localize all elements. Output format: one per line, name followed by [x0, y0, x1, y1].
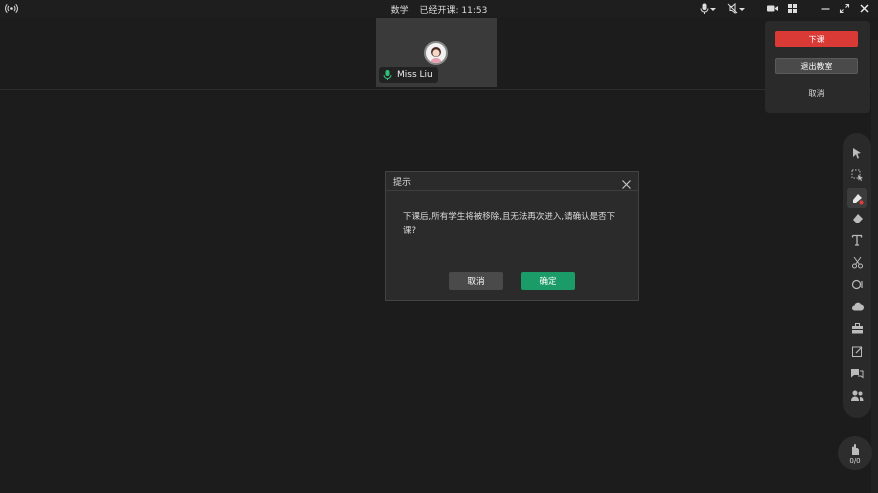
- raise-hand-count: 0/0: [849, 457, 861, 465]
- raise-hand-button[interactable]: 0/0: [838, 436, 872, 470]
- class-timer-label: 已经开课: 11:53: [419, 6, 488, 16]
- minimize-icon[interactable]: [819, 2, 832, 15]
- right-edge-strip: [871, 40, 878, 493]
- chevron-down-icon[interactable]: [709, 2, 717, 15]
- chat-icon[interactable]: [850, 366, 864, 380]
- dialog-message: 下课后,所有学生将被移除,且无法再次进入,请确认是否下课?: [403, 212, 616, 236]
- edit-note-icon[interactable]: [850, 344, 864, 358]
- dialog-header: [386, 172, 638, 191]
- camera-icon[interactable]: [766, 2, 779, 15]
- confirm-dialog: 提示 下课后,所有学生将被移除,且无法再次进入,请确认是否下课? 取消 确定: [385, 171, 639, 301]
- dialog-close-icon[interactable]: [621, 175, 632, 189]
- raise-hand-icon: [849, 441, 861, 455]
- toolbox-icon[interactable]: [850, 321, 864, 335]
- scissors-icon[interactable]: [850, 255, 864, 269]
- restore-icon[interactable]: [838, 2, 851, 15]
- grid-layout-icon[interactable]: [786, 2, 799, 15]
- avatar: [424, 41, 448, 65]
- shape-tool-icon[interactable]: [850, 277, 864, 291]
- pointer-icon[interactable]: [850, 146, 864, 160]
- close-icon[interactable]: [858, 2, 871, 15]
- cloud-icon[interactable]: [850, 299, 864, 313]
- participant-name: Miss Liu: [397, 70, 433, 80]
- chevron-down-icon[interactable]: [738, 2, 746, 15]
- dialog-title: 提示: [393, 178, 412, 188]
- selection-icon[interactable]: [850, 168, 864, 182]
- eraser-icon[interactable]: [850, 211, 864, 225]
- subject-label: 数学: [390, 6, 409, 16]
- video-area-divider: [0, 89, 878, 90]
- menu-cancel-button[interactable]: 取消: [775, 85, 858, 101]
- mic-active-icon: [383, 70, 392, 80]
- pen-tool-icon[interactable]: [847, 188, 867, 208]
- whiteboard-toolbar: [843, 133, 871, 418]
- teacher-video-tile[interactable]: Miss Liu: [376, 18, 497, 87]
- class-info: 数学 已经开课: 11:53: [0, 3, 878, 16]
- dialog-cancel-button[interactable]: 取消: [449, 272, 503, 290]
- text-tool-icon[interactable]: [850, 233, 864, 247]
- exit-classroom-button[interactable]: 退出教室: [775, 58, 858, 74]
- end-class-menu: 下课 退出教室 取消: [765, 21, 870, 113]
- dialog-confirm-button[interactable]: 确定: [521, 272, 575, 290]
- participant-name-tag: Miss Liu: [379, 67, 438, 83]
- end-class-button[interactable]: 下课: [775, 31, 858, 47]
- participants-icon[interactable]: [850, 388, 864, 402]
